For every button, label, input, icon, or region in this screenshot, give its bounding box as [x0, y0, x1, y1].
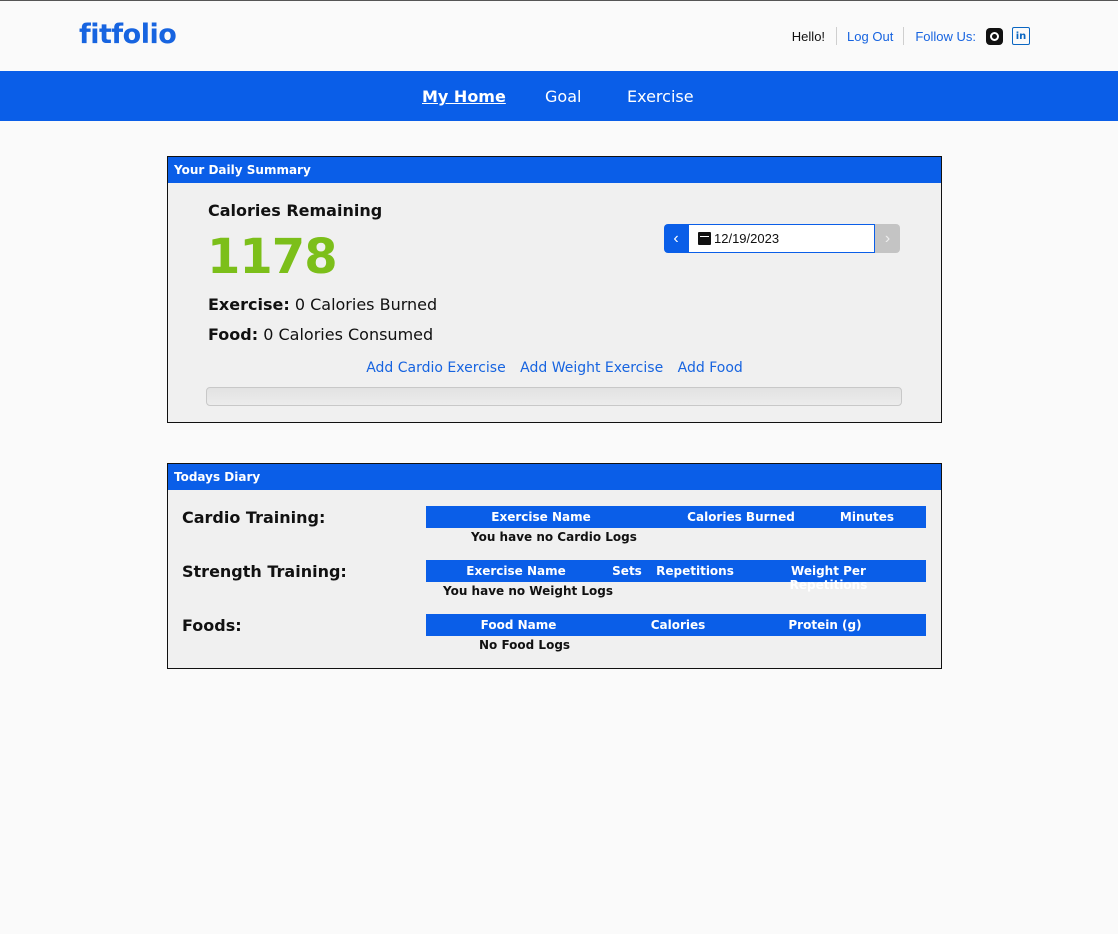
follow-us-label: Follow Us:: [915, 28, 976, 44]
header-actions: Hello! Log Out Follow Us: in: [792, 25, 1030, 47]
nav-exercise[interactable]: Exercise: [627, 87, 694, 106]
column-header: Repetitions: [656, 564, 734, 578]
previous-day-button[interactable]: ‹: [664, 224, 688, 253]
column-header: Protein (g): [788, 618, 862, 632]
cardio-empty-message: You have no Cardio Logs: [471, 530, 637, 544]
food-stat: Food: 0 Calories Consumed: [208, 325, 433, 344]
date-input[interactable]: 12/19/2023: [688, 224, 875, 253]
strength-table-header: Exercise Name Sets Repetitions Weight Pe…: [426, 560, 926, 592]
cardio-training-label: Cardio Training:: [182, 508, 326, 527]
column-header: Calories: [650, 618, 706, 632]
foods-label: Foods:: [182, 616, 242, 635]
date-value: 12/19/2023: [714, 231, 780, 246]
nav-goal[interactable]: Goal: [545, 87, 581, 106]
calories-remaining-label: Calories Remaining: [208, 201, 383, 220]
next-day-button[interactable]: ›: [875, 224, 900, 253]
greeting: Hello!: [791, 28, 826, 44]
daily-summary-title: Your Daily Summary: [168, 157, 941, 183]
add-weight-exercise-link[interactable]: Add Weight Exercise: [520, 360, 663, 376]
calendar-icon: [698, 232, 711, 245]
nav-my-home[interactable]: My Home: [422, 87, 506, 106]
strength-training-label: Strength Training:: [182, 562, 347, 581]
column-header: Weight Per Repetitions: [789, 564, 868, 592]
foods-table-header: Food Name Calories Protein (g): [426, 614, 926, 636]
column-header: Minutes: [839, 510, 895, 524]
exercise-stat-label: Exercise:: [208, 295, 290, 314]
linkedin-icon[interactable]: in: [1012, 27, 1030, 45]
logo[interactable]: fitfolio: [79, 19, 177, 50]
foods-table: Food Name Calories Protein (g) No Food L…: [426, 614, 926, 652]
calories-remaining-value: 1178: [207, 229, 338, 285]
calorie-progress-bar: [206, 387, 902, 406]
column-header: Food Name: [480, 618, 557, 632]
github-icon[interactable]: [986, 27, 1003, 45]
todays-diary-panel: Todays Diary Cardio Training: Exercise N…: [167, 463, 942, 669]
main-nav: My Home Goal Exercise: [0, 71, 1118, 121]
add-cardio-exercise-link[interactable]: Add Cardio Exercise: [366, 360, 505, 376]
strength-empty-message: You have no Weight Logs: [443, 584, 614, 598]
cardio-table: Exercise Name Calories Burned Minutes Yo…: [426, 506, 926, 544]
daily-summary-panel: Your Daily Summary Calories Remaining 11…: [167, 156, 942, 423]
date-picker: ‹ 12/19/2023 ›: [664, 224, 900, 253]
food-stat-label: Food:: [208, 325, 259, 344]
exercise-stat-value: 0 Calories Burned: [294, 295, 438, 314]
logout-link[interactable]: Log Out: [837, 29, 903, 44]
column-header: Calories Burned: [687, 510, 795, 524]
column-header: Sets: [612, 564, 642, 578]
foods-empty-message: No Food Logs: [479, 638, 571, 652]
exercise-stat: Exercise: 0 Calories Burned: [208, 295, 437, 314]
food-stat-value: 0 Calories Consumed: [263, 325, 434, 344]
cardio-table-header: Exercise Name Calories Burned Minutes: [426, 506, 926, 528]
strength-table: Exercise Name Sets Repetitions Weight Pe…: [426, 560, 926, 598]
add-food-link[interactable]: Add Food: [678, 360, 743, 376]
todays-diary-title: Todays Diary: [168, 464, 941, 490]
site-header: fitfolio Hello! Log Out Follow Us: in: [0, 1, 1118, 71]
add-links: Add Cardio Exercise Add Weight Exercise …: [168, 360, 941, 376]
column-header: Exercise Name: [491, 510, 591, 524]
column-header: Exercise Name: [466, 564, 566, 578]
